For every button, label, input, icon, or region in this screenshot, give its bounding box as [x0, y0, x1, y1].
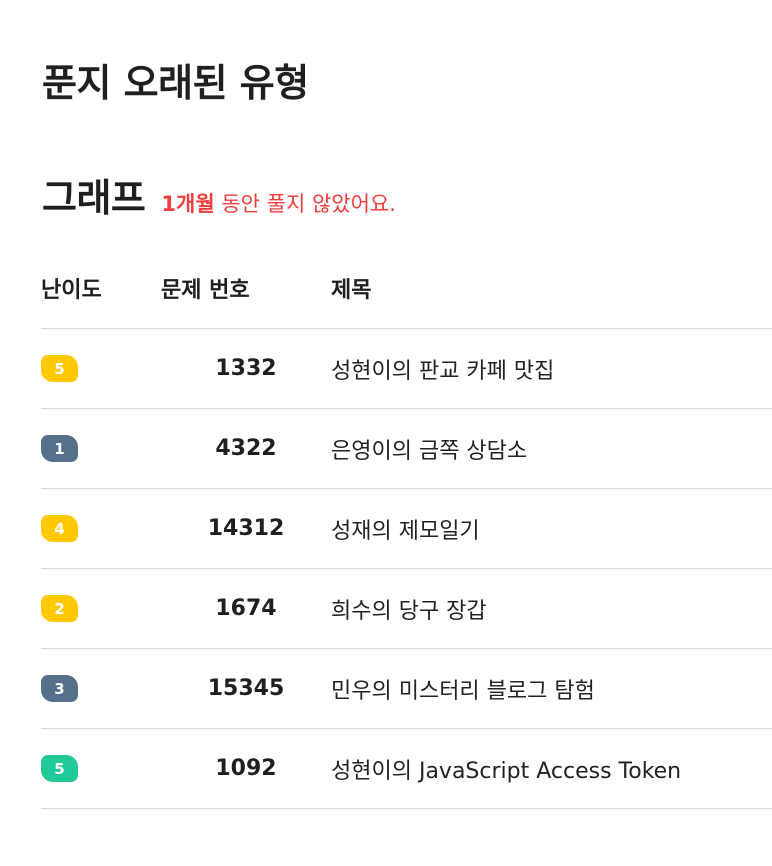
notice-duration: 1개월: [161, 192, 215, 216]
page: 푼지 오래된 유형 그래프 1개월 동안 풀지 않았어요. 난이도 문제 번호 …: [0, 0, 772, 866]
table-row[interactable]: 5 1332 성현이의 판교 카페 맛집: [41, 328, 772, 409]
level-cell: 4: [41, 488, 161, 569]
section-header: 그래프 1개월 동안 풀지 않았어요.: [42, 167, 396, 222]
problem-title[interactable]: 희수의 당구 장갑: [331, 568, 772, 649]
problem-number[interactable]: 1092: [161, 728, 331, 809]
problem-title[interactable]: 은영이의 금쪽 상담소: [331, 408, 772, 489]
problem-title[interactable]: 민우의 미스터리 블로그 탐험: [331, 648, 772, 729]
tier-badge-icon: 5: [41, 755, 78, 782]
tier-badge-icon: 3: [41, 675, 78, 702]
problem-number[interactable]: 1332: [161, 328, 331, 409]
table-header-row: 난이도 문제 번호 제목: [41, 248, 772, 329]
tier-badge-icon: 4: [41, 515, 78, 542]
tier-badge-icon: 2: [41, 595, 78, 622]
header-title: 제목: [331, 248, 772, 329]
table-row[interactable]: 3 15345 민우의 미스터리 블로그 탐험: [41, 648, 772, 729]
problem-table: 난이도 문제 번호 제목 5 1332 성현이의 판교 카페 맛집 1 4322…: [41, 248, 772, 809]
level-cell: 2: [41, 568, 161, 649]
unsolved-notice: 1개월 동안 풀지 않았어요.: [161, 188, 396, 218]
table-row[interactable]: 5 1092 성현이의 JavaScript Access Token: [41, 728, 772, 809]
table-row[interactable]: 4 14312 성재의 제모일기: [41, 488, 772, 569]
notice-text: 동안 풀지 않았어요.: [214, 192, 396, 216]
tier-badge-icon: 5: [41, 355, 78, 382]
tier-badge-icon: 1: [41, 435, 78, 462]
level-cell: 1: [41, 408, 161, 489]
table-row[interactable]: 2 1674 희수의 당구 장갑: [41, 568, 772, 649]
section-title: 그래프: [42, 176, 146, 220]
problem-number[interactable]: 15345: [161, 648, 331, 729]
problem-table-container: 난이도 문제 번호 제목 5 1332 성현이의 판교 카페 맛집 1 4322…: [41, 248, 772, 809]
problem-number[interactable]: 4322: [161, 408, 331, 489]
problem-number[interactable]: 14312: [161, 488, 331, 569]
table-row[interactable]: 1 4322 은영이의 금쪽 상담소: [41, 408, 772, 489]
level-cell: 5: [41, 328, 161, 409]
problem-title[interactable]: 성현이의 판교 카페 맛집: [331, 328, 772, 409]
header-level: 난이도: [41, 248, 161, 329]
problem-title[interactable]: 성재의 제모일기: [331, 488, 772, 569]
header-number: 문제 번호: [161, 248, 331, 329]
problem-number[interactable]: 1674: [161, 568, 331, 649]
level-cell: 3: [41, 648, 161, 729]
page-title: 푼지 오래된 유형: [42, 61, 309, 105]
problem-title[interactable]: 성현이의 JavaScript Access Token: [331, 728, 772, 809]
level-cell: 5: [41, 728, 161, 809]
